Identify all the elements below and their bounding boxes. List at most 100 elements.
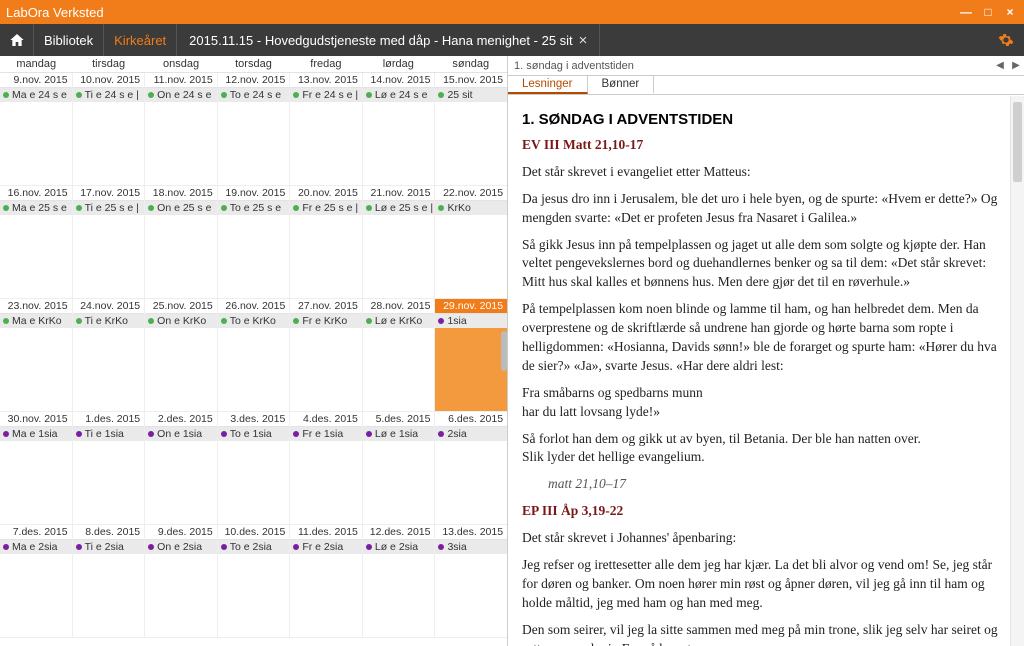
day-cell[interactable]: 19.nov. 2015To e 25 s e — [218, 186, 291, 299]
document-tab-close-icon[interactable]: × — [579, 32, 588, 49]
calendar-scrollbar[interactable] — [501, 331, 507, 371]
tab-bibliotek[interactable]: Bibliotek — [34, 24, 104, 56]
day-cell[interactable]: 28.nov. 2015Lø e KrKo — [363, 299, 436, 412]
calendar-event[interactable]: 1sia — [435, 314, 507, 328]
event-label: Ma e 2sia — [12, 541, 58, 553]
calendar-event[interactable]: Ma e KrKo — [0, 314, 72, 328]
tab-lesninger[interactable]: Lesninger — [508, 76, 588, 94]
weekday-label: lørdag — [362, 56, 434, 72]
calendar-event[interactable]: On e KrKo — [145, 314, 217, 328]
calendar-event[interactable]: Fr e 25 s e | — [290, 201, 362, 215]
day-cell[interactable]: 12.des. 2015Lø e 2sia — [363, 525, 436, 638]
event-label: To e 24 s e — [230, 89, 281, 101]
day-cell[interactable]: 16.nov. 2015Ma e 25 s e — [0, 186, 73, 299]
scrollbar-thumb[interactable] — [1013, 102, 1022, 182]
calendar-body[interactable]: 9.nov. 2015Ma e 24 s e10.nov. 2015Ti e 2… — [0, 73, 507, 646]
calendar-event[interactable]: On e 2sia — [145, 540, 217, 554]
day-cell[interactable]: 18.nov. 2015On e 25 s e — [145, 186, 218, 299]
calendar-event[interactable]: KrKo — [435, 201, 507, 215]
tab-kirkeaaret[interactable]: Kirkeåret — [104, 24, 177, 56]
calendar-event[interactable]: Lø e 25 s e | — [363, 201, 435, 215]
day-cell[interactable]: 30.nov. 2015Ma e 1sia — [0, 412, 73, 525]
calendar-event[interactable]: Fr e KrKo — [290, 314, 362, 328]
day-cell[interactable]: 1.des. 2015Ti e 1sia — [73, 412, 146, 525]
calendar-event[interactable]: On e 1sia — [145, 427, 217, 441]
day-cell[interactable]: 8.des. 2015Ti e 2sia — [73, 525, 146, 638]
day-cell[interactable]: 11.des. 2015Fr e 2sia — [290, 525, 363, 638]
day-cell[interactable]: 26.nov. 2015To e KrKo — [218, 299, 291, 412]
calendar-event[interactable]: Ti e KrKo — [73, 314, 145, 328]
day-date: 1.des. 2015 — [73, 412, 145, 427]
calendar-event[interactable]: Fr e 1sia — [290, 427, 362, 441]
day-events: On e 24 s e — [145, 88, 217, 185]
calendar-event[interactable]: 2sia — [435, 427, 507, 441]
day-cell[interactable]: 10.des. 2015To e 2sia — [218, 525, 291, 638]
day-cell[interactable]: 17.nov. 2015Ti e 25 s e | — [73, 186, 146, 299]
calendar-event[interactable]: 3sia — [435, 540, 507, 554]
day-cell[interactable]: 9.des. 2015On e 2sia — [145, 525, 218, 638]
calendar-event[interactable]: Ma e 25 s e — [0, 201, 72, 215]
day-cell[interactable]: 15.nov. 201525 sit — [435, 73, 507, 186]
settings-button[interactable] — [988, 24, 1024, 56]
day-cell[interactable]: 2.des. 2015On e 1sia — [145, 412, 218, 525]
day-cell[interactable]: 23.nov. 2015Ma e KrKo — [0, 299, 73, 412]
calendar-event[interactable]: Lø e 2sia — [363, 540, 435, 554]
day-cell[interactable]: 9.nov. 2015Ma e 24 s e — [0, 73, 73, 186]
home-button[interactable] — [0, 24, 34, 56]
day-cell[interactable]: 13.des. 20153sia — [435, 525, 507, 638]
minimize-button[interactable]: — — [958, 5, 974, 19]
day-cell[interactable]: 11.nov. 2015On e 24 s e — [145, 73, 218, 186]
maximize-button[interactable]: □ — [980, 5, 996, 19]
calendar-event[interactable]: Fr e 2sia — [290, 540, 362, 554]
reading-scrollbar[interactable] — [1010, 96, 1024, 646]
day-events: Lø e 2sia — [363, 540, 435, 637]
tab-bonner[interactable]: Bønner — [588, 76, 655, 94]
day-date: 19.nov. 2015 — [218, 186, 290, 201]
calendar-event[interactable]: To e 24 s e — [218, 88, 290, 102]
calendar-event[interactable]: Ti e 24 s e | — [73, 88, 145, 102]
day-cell[interactable]: 14.nov. 2015Lø e 24 s e — [363, 73, 436, 186]
calendar-event[interactable]: To e 2sia — [218, 540, 290, 554]
day-cell[interactable]: 13.nov. 2015Fr e 24 s e | — [290, 73, 363, 186]
calendar-event[interactable]: To e 1sia — [218, 427, 290, 441]
day-cell[interactable]: 21.nov. 2015Lø e 25 s e | — [363, 186, 436, 299]
prev-button[interactable]: ◀ — [992, 60, 1008, 71]
day-cell[interactable]: 27.nov. 2015Fr e KrKo — [290, 299, 363, 412]
calendar-event[interactable]: On e 24 s e — [145, 88, 217, 102]
day-date: 26.nov. 2015 — [218, 299, 290, 314]
day-date: 5.des. 2015 — [363, 412, 435, 427]
day-cell[interactable]: 22.nov. 2015KrKo — [435, 186, 507, 299]
calendar-event[interactable]: Ma e 2sia — [0, 540, 72, 554]
calendar-event[interactable]: To e 25 s e — [218, 201, 290, 215]
calendar-event[interactable]: Ma e 24 s e — [0, 88, 72, 102]
day-cell[interactable]: 12.nov. 2015To e 24 s e — [218, 73, 291, 186]
document-tab[interactable]: 2015.11.15 - Hovedgudstjeneste med dåp -… — [177, 24, 600, 56]
day-events: On e KrKo — [145, 314, 217, 411]
day-date: 9.des. 2015 — [145, 525, 217, 540]
calendar-event[interactable]: Lø e KrKo — [363, 314, 435, 328]
day-cell[interactable]: 6.des. 20152sia — [435, 412, 507, 525]
calendar-event[interactable]: Lø e 24 s e — [363, 88, 435, 102]
day-cell[interactable]: 5.des. 2015Lø e 1sia — [363, 412, 436, 525]
day-cell[interactable]: 3.des. 2015To e 1sia — [218, 412, 291, 525]
day-cell[interactable]: 4.des. 2015Fr e 1sia — [290, 412, 363, 525]
calendar-event[interactable]: Ti e 25 s e | — [73, 201, 145, 215]
calendar-event[interactable]: Ti e 1sia — [73, 427, 145, 441]
calendar-event[interactable]: Fr e 24 s e | — [290, 88, 362, 102]
calendar-event[interactable]: Lø e 1sia — [363, 427, 435, 441]
calendar-event[interactable]: To e KrKo — [218, 314, 290, 328]
calendar-event[interactable]: Ma e 1sia — [0, 427, 72, 441]
day-cell[interactable]: 20.nov. 2015Fr e 25 s e | — [290, 186, 363, 299]
day-cell[interactable]: 24.nov. 2015Ti e KrKo — [73, 299, 146, 412]
day-cell[interactable]: 25.nov. 2015On e KrKo — [145, 299, 218, 412]
close-button[interactable]: × — [1002, 5, 1018, 19]
day-cell[interactable]: 10.nov. 2015Ti e 24 s e | — [73, 73, 146, 186]
calendar-event[interactable]: On e 25 s e — [145, 201, 217, 215]
reading-content[interactable]: 1. SØNDAG I ADVENTSTIDEN EV III Matt 21,… — [508, 95, 1024, 646]
day-events: Ma e 2sia — [0, 540, 72, 637]
next-button[interactable]: ▶ — [1008, 60, 1024, 71]
day-cell[interactable]: 7.des. 2015Ma e 2sia — [0, 525, 73, 638]
day-cell[interactable]: 29.nov. 20151sia — [435, 299, 507, 412]
calendar-event[interactable]: 25 sit — [435, 88, 507, 102]
calendar-event[interactable]: Ti e 2sia — [73, 540, 145, 554]
